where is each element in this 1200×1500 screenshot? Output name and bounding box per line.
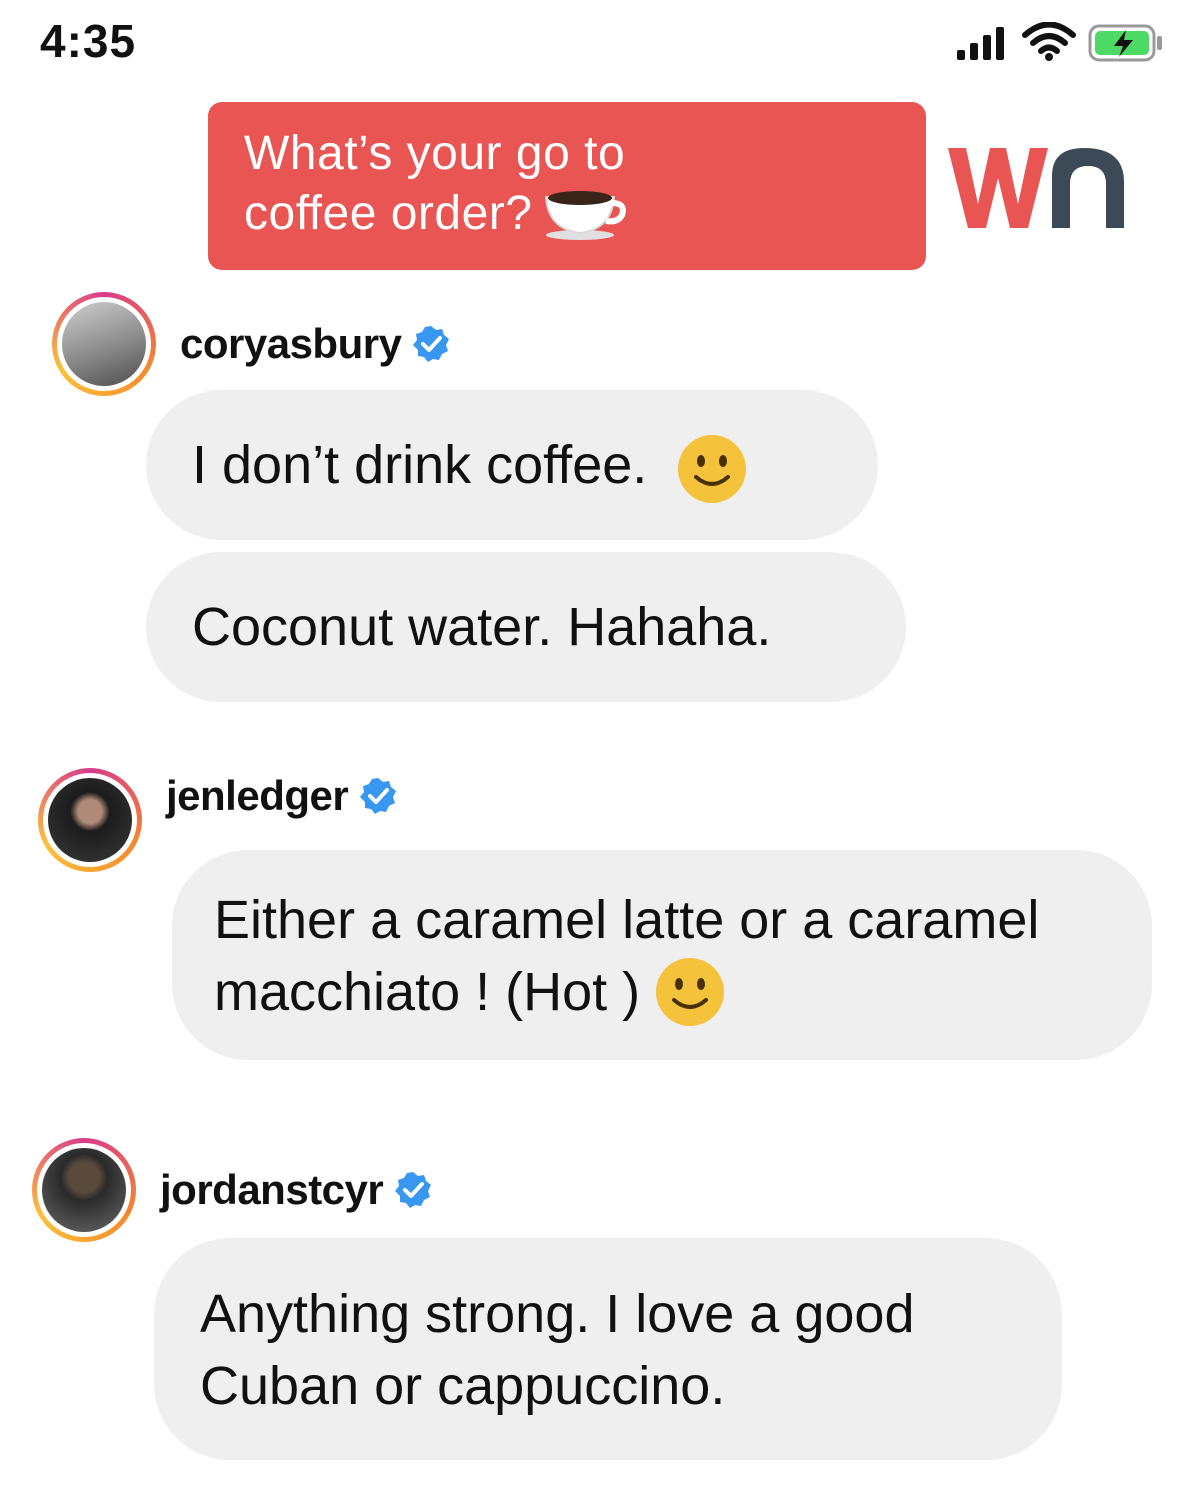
question-line-2: coffee order? [244,187,533,240]
coffee-cup-icon [545,191,627,240]
username-jordanstcyr[interactable]: jordanstcyr [160,1166,433,1214]
message-text: Coconut water. Hahaha. [192,597,772,657]
message-text-line-2: Cuban or cappuccino. [200,1356,726,1416]
smiling-face-icon [678,434,747,503]
username-coryasbury[interactable]: coryasbury [180,320,451,368]
verified-badge-icon [395,1172,432,1208]
status-time: 4:35 [40,15,137,67]
verified-badge-icon [360,778,397,814]
question-card: What’s your go to coffee order? [208,102,926,270]
avatar-coryasbury[interactable] [52,292,156,396]
status-bar: 4:35 [0,0,1200,90]
question-line-1: What’s your go to [244,127,626,180]
battery-charging-icon [1088,24,1162,62]
message-bubble: I don’t drink coffee. [146,390,878,540]
message-text-line-2: macchiato ! (Hot ) [214,962,641,1022]
message-bubble: Anything strong. I love a good Cuban or … [154,1238,1062,1460]
smiling-face-icon [656,958,725,1026]
message-text-line-1: Anything strong. I love a good [200,1284,915,1344]
wn-logo [948,148,1124,228]
avatar-jenledger[interactable] [38,768,142,872]
verified-badge-icon [413,326,450,362]
message-bubble: Either a caramel latte or a caramel macc… [172,850,1152,1060]
avatar-jordanstcyr[interactable] [32,1138,136,1242]
message-text-line-1: Either a caramel latte or a caramel [214,890,1040,950]
cellular-signal-icon [957,27,1004,60]
message-bubble: Coconut water. Hahaha. [146,552,906,702]
message-text: I don’t drink coffee. [192,435,648,495]
wifi-icon [1022,22,1076,61]
username-jenledger[interactable]: jenledger [166,772,398,820]
